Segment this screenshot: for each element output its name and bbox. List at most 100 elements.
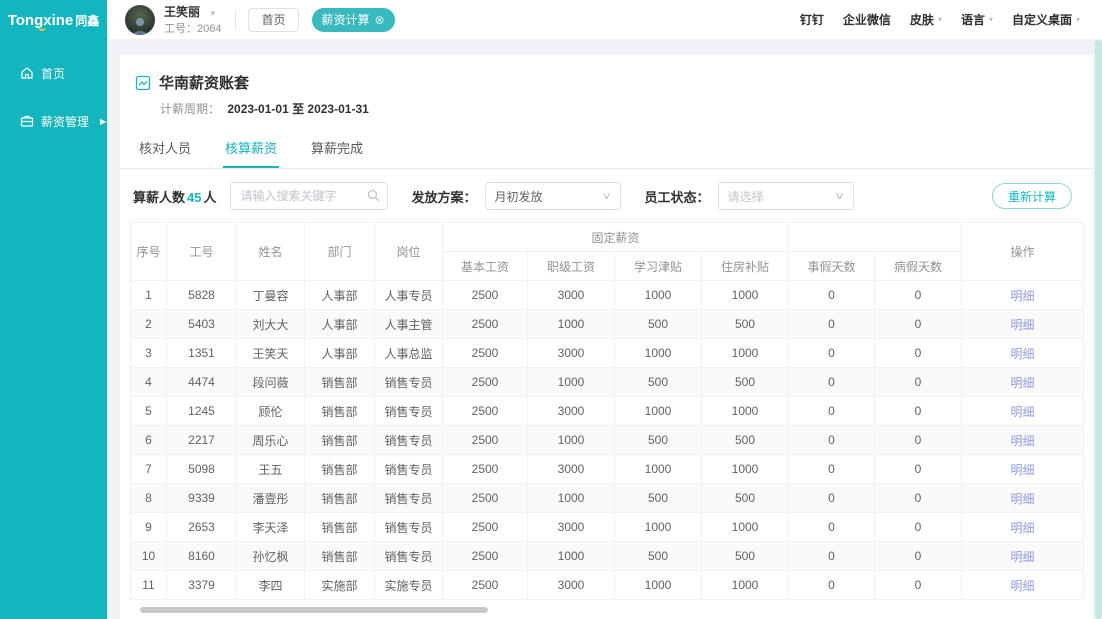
table-cell: 1000 xyxy=(615,455,702,484)
col-personal-leave-days: 事假天数 xyxy=(789,252,875,281)
col-actions: 操作 xyxy=(962,223,1084,281)
tab-calc-salary[interactable]: 核算薪资 xyxy=(223,129,279,168)
detail-link[interactable]: 明细 xyxy=(1011,347,1035,361)
menu-item-dingtalk[interactable]: 钉钉 xyxy=(800,11,824,28)
table-cell: 丁曼容 xyxy=(237,281,305,310)
main-area: 华南薪资账套 计薪周期： 2023-01-01 至 2023-01-31 核对人… xyxy=(107,40,1102,619)
menu-item-skin[interactable]: 皮肤 ▾ xyxy=(910,11,942,28)
tab-check-staff[interactable]: 核对人员 xyxy=(137,129,193,168)
detail-link[interactable]: 明细 xyxy=(1011,405,1035,419)
detail-link[interactable]: 明细 xyxy=(1011,463,1035,477)
table-cell: 0 xyxy=(789,426,875,455)
sidebar-item-salary-management[interactable]: 薪资管理 ▶ xyxy=(0,106,107,136)
pay-period: 计薪周期： 2023-01-01 至 2023-01-31 xyxy=(160,100,1093,117)
detail-link[interactable]: 明细 xyxy=(1011,492,1035,506)
table-cell: 2217 xyxy=(167,426,237,455)
table-cell: 销售专员 xyxy=(375,426,443,455)
chevron-right-icon: ▶ xyxy=(100,117,106,126)
app-root: Tongxine 同鑫 首页 薪资管理 ▶ xyxy=(0,0,1102,619)
table-cell: 销售部 xyxy=(305,513,375,542)
table-cell: 3000 xyxy=(528,397,615,426)
status-label: 员工状态： xyxy=(645,187,710,206)
table-body: 15828丁曼容人事部人事专员250030001000100000明细25403… xyxy=(131,281,1084,600)
salary-table: 序号 工号 姓名 部门 岗位 固定薪资 操作 基本工资 职级工资 xyxy=(130,222,1084,600)
col-group-empty xyxy=(789,223,962,252)
menu-item-language[interactable]: 语言 ▾ xyxy=(961,11,993,28)
col-name: 姓名 xyxy=(237,223,305,281)
home-icon xyxy=(20,66,34,80)
tab-bar: 核对人员 核算薪资 算薪完成 xyxy=(120,129,1093,169)
col-position: 岗位 xyxy=(375,223,443,281)
table-cell: 销售部 xyxy=(305,368,375,397)
detail-link[interactable]: 明细 xyxy=(1011,550,1035,564)
table-cell: 8160 xyxy=(167,542,237,571)
table-cell: 3000 xyxy=(528,571,615,600)
search-icon[interactable] xyxy=(367,189,380,202)
col-employee-no: 工号 xyxy=(167,223,237,281)
tab-calc-done[interactable]: 算薪完成 xyxy=(309,129,365,168)
table-cell: 0 xyxy=(789,368,875,397)
table-cell: 0 xyxy=(789,281,875,310)
detail-link[interactable]: 明细 xyxy=(1011,376,1035,390)
table-cell: 刘大大 xyxy=(237,310,305,339)
tag-label: 薪资计算 xyxy=(322,11,370,28)
table-cell: 500 xyxy=(615,542,702,571)
payroll-card: 华南薪资账套 计薪周期： 2023-01-01 至 2023-01-31 核对人… xyxy=(120,55,1093,619)
table-cell: 9339 xyxy=(167,484,237,513)
detail-link[interactable]: 明细 xyxy=(1011,318,1035,332)
sidebar-item-home[interactable]: 首页 xyxy=(0,58,107,88)
table-cell-actions: 明细 xyxy=(962,571,1084,600)
user-block[interactable]: 王笑丽 ▾ 工号：2064 xyxy=(164,3,221,36)
table-cell: 1000 xyxy=(702,281,789,310)
chevron-down-icon: ▾ xyxy=(210,8,215,18)
close-icon[interactable]: ⊗ xyxy=(375,13,385,27)
menu-item-custom-desktop[interactable]: 自定义桌面 ▾ xyxy=(1012,11,1080,28)
brand-logo: Tongxine 同鑫 xyxy=(0,0,107,40)
briefcase-icon xyxy=(20,114,34,128)
salary-table-wrap: 序号 工号 姓名 部门 岗位 固定薪资 操作 基本工资 职级工资 xyxy=(120,222,1093,613)
logo-smile-icon xyxy=(38,27,46,31)
table-cell: 1000 xyxy=(615,571,702,600)
status-select[interactable]: 请选择 ∨ xyxy=(718,182,854,210)
chevron-down-icon: ∨ xyxy=(835,191,845,202)
table-cell: 500 xyxy=(702,484,789,513)
table-cell: 销售部 xyxy=(305,484,375,513)
table-row: 62217周乐心销售部销售专员2500100050050000明细 xyxy=(131,426,1084,455)
table-cell: 销售专员 xyxy=(375,368,443,397)
table-cell: 0 xyxy=(875,455,962,484)
detail-link[interactable]: 明细 xyxy=(1011,579,1035,593)
home-tab-button[interactable]: 首页 xyxy=(248,8,298,32)
filter-toolbar: 算薪人数45人 发放方案： 月初发放 ∨ 员工状态： 请选择 ∨ xyxy=(120,169,1093,222)
table-cell: 3 xyxy=(131,339,167,368)
detail-link[interactable]: 明细 xyxy=(1011,521,1035,535)
avatar[interactable] xyxy=(125,5,155,35)
table-cell: 1000 xyxy=(528,368,615,397)
table-cell: 0 xyxy=(789,571,875,600)
detail-link[interactable]: 明细 xyxy=(1011,289,1035,303)
table-cell: 0 xyxy=(875,426,962,455)
search-input[interactable] xyxy=(230,182,388,210)
table-cell: 3000 xyxy=(528,455,615,484)
table-cell: 2500 xyxy=(443,281,528,310)
horizontal-scrollbar-thumb[interactable] xyxy=(140,607,488,613)
table-cell: 500 xyxy=(702,542,789,571)
table-cell: 1000 xyxy=(702,513,789,542)
sidebar: Tongxine 同鑫 首页 薪资管理 ▶ xyxy=(0,0,107,619)
table-cell: 500 xyxy=(702,368,789,397)
menu-item-wecom[interactable]: 企业微信 xyxy=(843,11,891,28)
salary-calc-tag-button[interactable]: 薪资计算 ⊗ xyxy=(312,8,395,32)
table-cell: 人事总监 xyxy=(375,339,443,368)
table-cell: 潘壹彤 xyxy=(237,484,305,513)
table-cell: 李四 xyxy=(237,571,305,600)
table-cell: 0 xyxy=(875,484,962,513)
detail-link[interactable]: 明细 xyxy=(1011,434,1035,448)
col-sick-leave-days: 病假天数 xyxy=(875,252,962,281)
table-cell: 0 xyxy=(875,542,962,571)
table-cell: 顾伦 xyxy=(237,397,305,426)
col-base-salary: 基本工资 xyxy=(443,252,528,281)
table-cell: 1245 xyxy=(167,397,237,426)
table-cell: 500 xyxy=(615,310,702,339)
table-row: 108160孙忆枫销售部销售专员2500100050050000明细 xyxy=(131,542,1084,571)
recalculate-button[interactable]: 重新计算 xyxy=(992,183,1072,209)
plan-select[interactable]: 月初发放 ∨ xyxy=(485,182,621,210)
